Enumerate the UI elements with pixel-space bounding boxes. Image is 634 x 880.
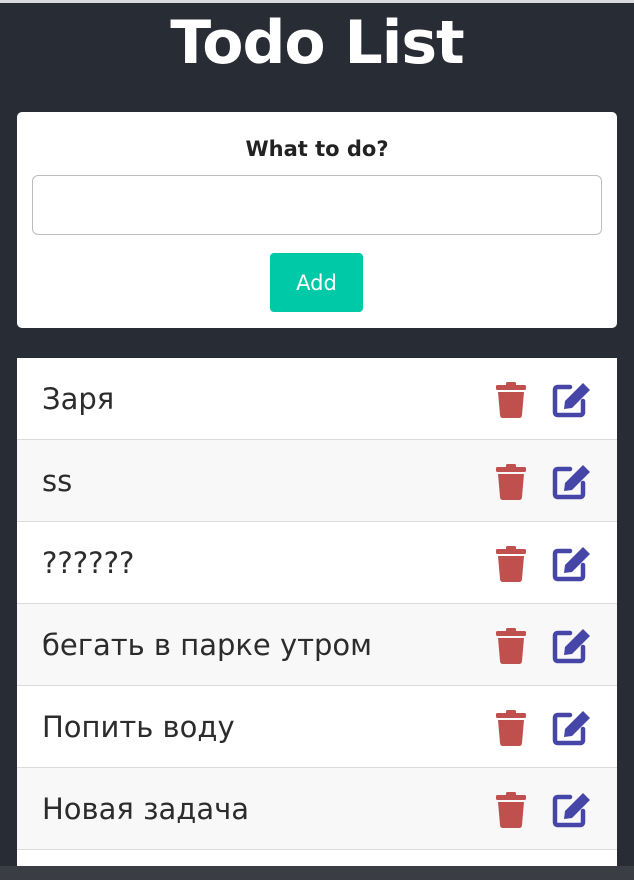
form-label: What to do? [245,137,389,161]
todo-item: Заря [17,358,617,440]
trash-icon[interactable] [495,710,527,746]
trash-icon[interactable] [495,628,527,664]
edit-icon[interactable] [552,545,592,582]
todo-item: ?????? [17,522,617,604]
edit-icon[interactable] [552,381,592,418]
todo-text: ?????? [42,546,135,580]
todo-text: ss [42,464,73,498]
todo-text: Заря [42,382,115,416]
todo-item: ss [17,440,617,522]
edit-icon[interactable] [552,463,592,500]
todo-item: бегать в парке утром [17,604,617,686]
add-button[interactable]: Add [270,253,363,312]
add-todo-form: What to do? Add [17,112,617,328]
page-title: Todo List [170,8,464,78]
todo-item: Попить воду [17,686,617,768]
todo-input[interactable] [32,175,602,235]
todo-text: бегать в парке утром [42,628,373,662]
trash-icon[interactable] [495,546,527,582]
edit-icon[interactable] [552,627,592,664]
edit-icon[interactable] [552,709,592,746]
todo-item: Новая задача [17,768,617,850]
trash-icon[interactable] [495,382,527,418]
todo-text: Новая задача [42,792,249,826]
todo-text: Попить воду [42,710,235,744]
trash-icon[interactable] [495,792,527,828]
edit-icon[interactable] [552,791,592,828]
trash-icon[interactable] [495,464,527,500]
bottom-edge [0,866,634,880]
todo-list: Заря ss ?????? бегать в парке утром Попи… [17,358,617,880]
top-border [0,0,634,3]
